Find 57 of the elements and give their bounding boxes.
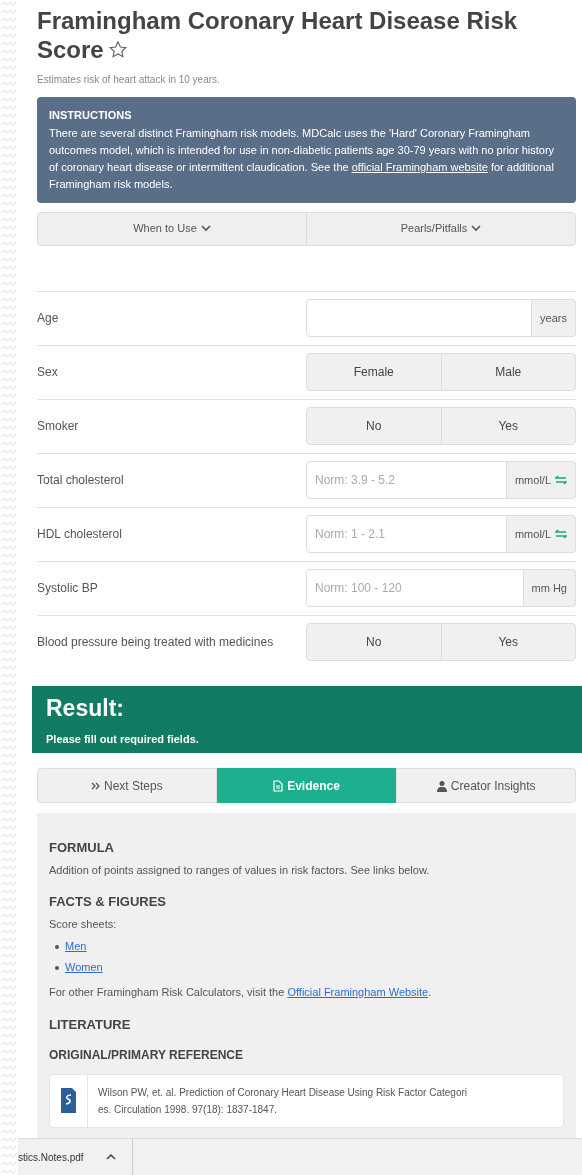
reference-text: Wilson PW, et. al. Prediction of Coronary Heart Disease Using Risk Factor Categori es. Circulation 1998. 97(18): 1837-1847. — [97, 1086, 469, 1117]
option-button[interactable]: No — [306, 407, 442, 445]
section-heading: FORMULA — [49, 839, 115, 857]
field-label: Age — [37, 310, 60, 327]
subtitle: Estimates risk of heart attack in 10 years. — [37, 73, 221, 87]
section-subheading: ORIGINAL/PRIMARY REFERENCE — [49, 1047, 244, 1064]
swap-arrows-icon — [555, 475, 567, 485]
page-title: Framingham Coronary Heart Disease Risk Score — [37, 6, 519, 64]
result-message: Please fill out required fields. — [46, 731, 200, 747]
section-heading: LITERATURE — [49, 1015, 132, 1034]
field-label: Blood pressure being treated with medicines — [37, 634, 275, 651]
score-sheets-label: Score sheets: — [49, 916, 118, 932]
option-button[interactable]: No — [306, 623, 442, 661]
field-label: Total cholesterol — [37, 472, 125, 489]
instructions-text: There are several distinct Framingham risk models. MDCalc uses the 'Hard' Coronary Framingham outcomes model, which is intended for use in non-diabetic patients age 30-79 years with no prior history of coronary heart disease or intermittent claudication. See the official Framingham website for additional Framingham risk models. — [49, 125, 556, 192]
instructions-heading: INSTRUCTIONS — [49, 108, 133, 123]
website-link[interactable]: official Framingham website — [351, 160, 488, 173]
bullet-icon — [55, 944, 59, 949]
double-chevron-icon — [91, 781, 100, 790]
formula-text: Addition of points assigned to ranges of values in risk factors. See links below. — [49, 862, 431, 878]
number-field[interactable]: Norm: 100 - 120 — [306, 569, 524, 607]
score-sheet-link[interactable]: Women — [65, 957, 103, 978]
field-label: Systolic BP — [37, 580, 99, 597]
field-label: HDL cholesterol — [37, 526, 123, 543]
option-button[interactable]: Yes — [440, 623, 576, 661]
number-field[interactable]: Norm: 1 - 2.1 — [306, 515, 507, 553]
score-sheet-link[interactable]: Men — [65, 936, 87, 957]
unit-label: mm Hg — [523, 569, 576, 607]
info-toggle-button[interactable]: When to Use — [37, 211, 307, 246]
option-button[interactable]: Female — [306, 353, 442, 391]
number-field[interactable] — [306, 299, 533, 337]
other-calculators-text: For other Framingham Risk Calculators, visit the Official Framingham Website. — [49, 985, 433, 1000]
website-link[interactable]: Official Framingham Website — [287, 986, 429, 998]
bullet-icon — [55, 965, 59, 970]
option-button[interactable]: Yes — [440, 407, 576, 445]
option-button[interactable]: Male — [440, 353, 576, 391]
tab[interactable]: Creator Insights — [396, 768, 576, 803]
unit-label: mmol/L — [506, 515, 576, 553]
section-heading: FACTS & FIGURES — [49, 893, 167, 911]
star-icon[interactable] — [107, 40, 128, 60]
unit-label: years — [532, 299, 576, 337]
info-toggle-button[interactable]: Pearls/Pitfalls — [306, 211, 576, 246]
tab[interactable]: Next Steps — [37, 768, 217, 803]
unit-label: mmol/L — [506, 461, 576, 499]
field-label: Sex — [37, 364, 59, 381]
download-file-name[interactable]: stics.Notes.pdf — [18, 1149, 84, 1165]
caret-up-icon[interactable] — [105, 1154, 116, 1160]
person-icon — [436, 779, 447, 792]
document-icon — [61, 1087, 76, 1113]
reference-card[interactable]: Wilson PW, et. al. Prediction of Coronary Heart Disease Using Risk Factor Categori es. Circulation 1998. 97(18): 1837-1847. — [49, 1074, 564, 1128]
number-field[interactable]: Norm: 3.9 - 5.2 — [306, 461, 507, 499]
result-title: Result: — [46, 693, 125, 722]
chevron-down-icon — [200, 225, 211, 232]
swap-arrows-icon — [555, 529, 567, 539]
document-icon — [273, 779, 284, 792]
chevron-down-icon — [471, 225, 482, 232]
field-label: Smoker — [37, 418, 80, 435]
